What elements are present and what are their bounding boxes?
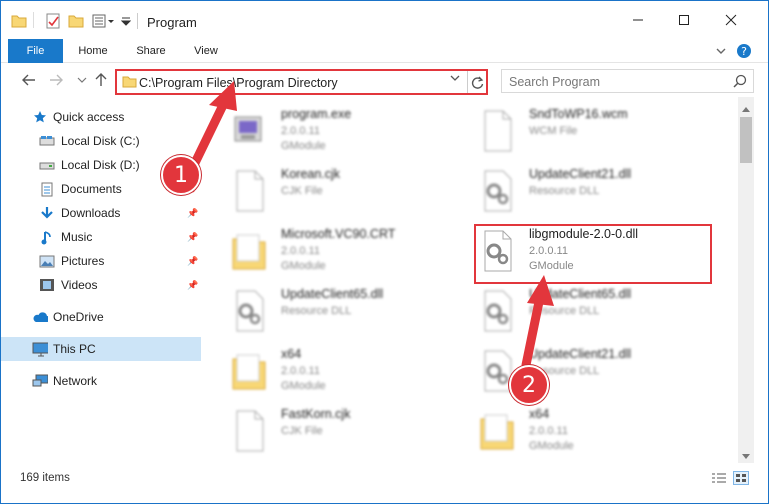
status-bar: 169 items <box>1 463 768 503</box>
callout-1: 1 <box>161 155 201 195</box>
large-icons-view-icon[interactable] <box>733 471 749 485</box>
annotation-arrows <box>188 81 554 370</box>
callout-2: 2 <box>509 365 549 405</box>
explorer-window: Program File Home Share View ? C:\Progra… <box>0 0 769 504</box>
item-count: 169 items <box>20 472 70 484</box>
details-view-icon[interactable] <box>711 471 727 485</box>
